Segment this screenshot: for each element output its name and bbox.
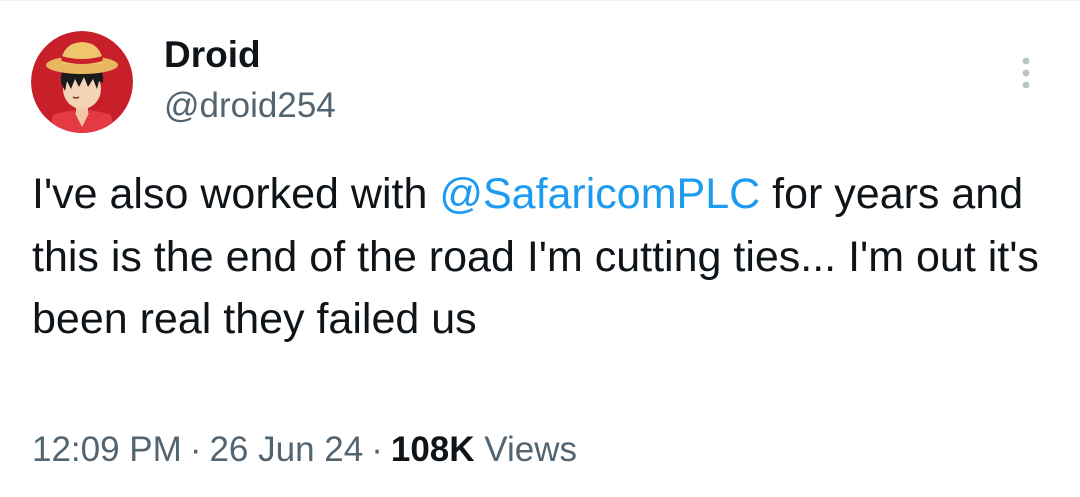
tweet-time[interactable]: 12:09 PM — [32, 430, 182, 469]
author-display-name[interactable]: Droid — [164, 34, 261, 76]
tweet-text: I've also worked with @SafaricomPLC for … — [32, 163, 1042, 351]
tweet: Droid @droid254 I've also worked with @S… — [0, 0, 1080, 497]
avatar[interactable] — [31, 31, 133, 133]
views-label: Views — [484, 430, 578, 469]
tweet-date[interactable]: 26 Jun 24 — [209, 430, 363, 469]
avatar-image — [31, 31, 133, 133]
more-vertical-icon — [1022, 57, 1030, 89]
more-options-button[interactable] — [1006, 50, 1046, 96]
meta-separator: · — [189, 430, 202, 469]
mention-link[interactable]: @SafaricomPLC — [439, 170, 760, 218]
views-count: 108K — [390, 430, 475, 469]
author-handle[interactable]: @droid254 — [164, 86, 336, 126]
tweet-meta: 12:09 PM · 26 Jun 24 · 108K Views — [32, 428, 577, 472]
meta-separator: · — [371, 430, 383, 469]
tweet-text-before-mention: I've also worked with — [32, 170, 440, 218]
